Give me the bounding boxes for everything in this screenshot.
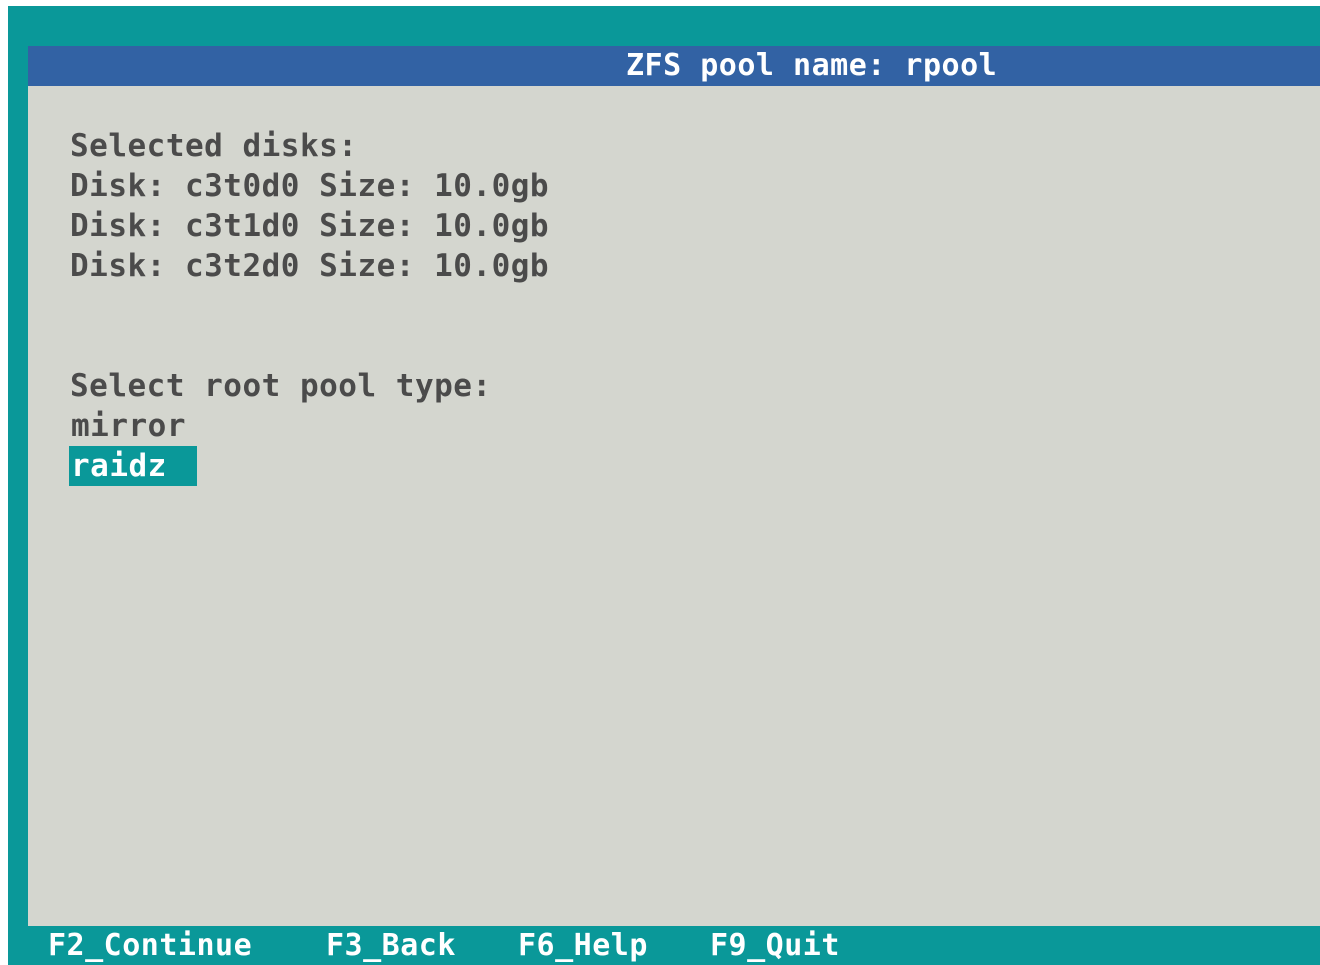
pool-type-heading: Select root pool type:: [70, 368, 492, 404]
selected-disks-heading: Selected disks:: [70, 128, 358, 164]
quit-key[interactable]: F9_Quit: [710, 928, 840, 964]
continue-key[interactable]: F2_Continue: [48, 928, 252, 964]
pool-type-option-mirror[interactable]: mirror: [69, 406, 186, 446]
help-key[interactable]: F6_Help: [518, 928, 648, 964]
page-title: ZFS pool name: rpool: [626, 48, 998, 83]
disk-line: Disk: c3t2d0 Size: 10.0gb: [70, 248, 550, 284]
back-key[interactable]: F3_Back: [326, 928, 456, 964]
pool-type-option-raidz[interactable]: raidz: [69, 446, 197, 486]
disk-line: Disk: c3t0d0 Size: 10.0gb: [70, 168, 550, 204]
disk-line: Disk: c3t1d0 Size: 10.0gb: [70, 208, 550, 244]
